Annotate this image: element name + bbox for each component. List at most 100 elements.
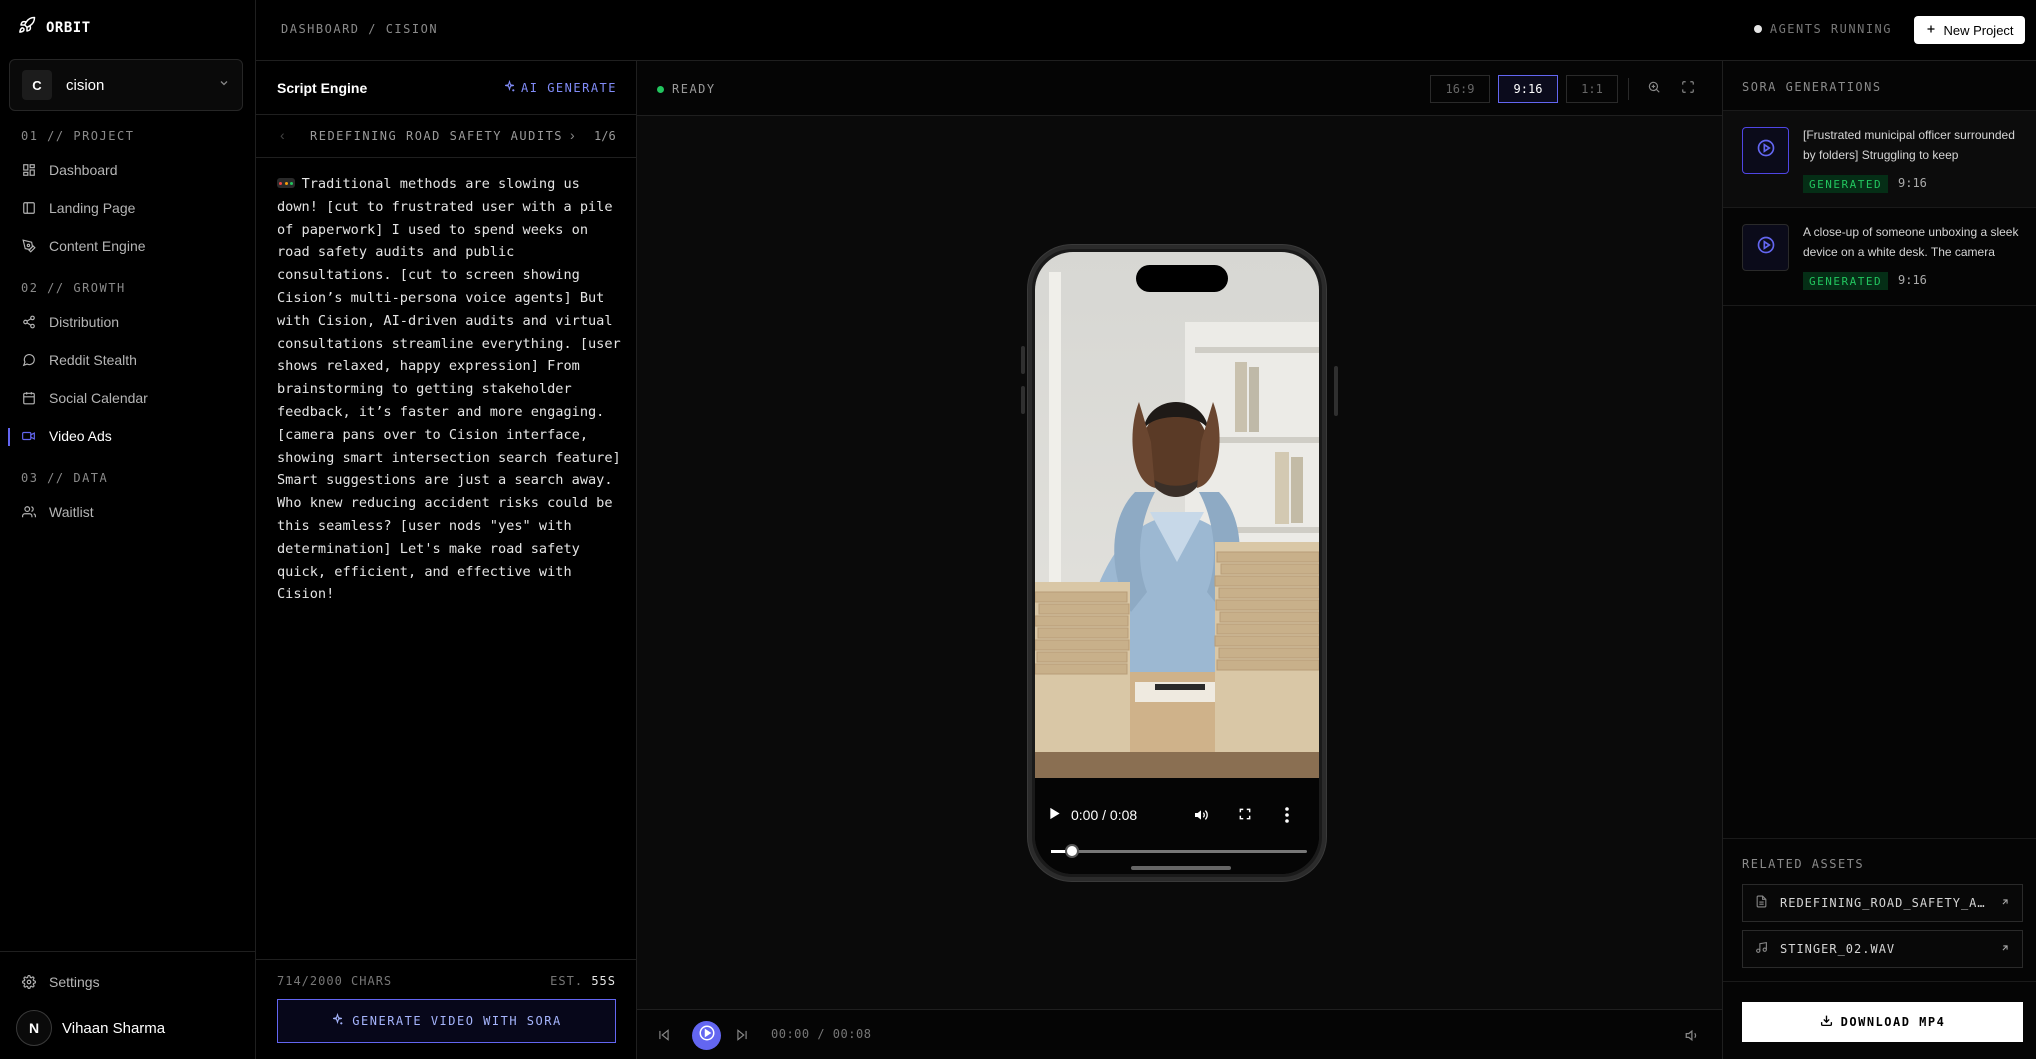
section-title: RELATED ASSETS [1742,857,1865,871]
status-badge: GENERATED [1803,272,1889,290]
sidebar-item-waitlist[interactable]: Waitlist [0,495,255,529]
new-project-button[interactable]: New Project [1914,16,2025,44]
video-preview-panel: READY 16:9 9:16 1:1 0:00 / 0:08 00:00 / … [637,61,1722,1059]
video-frame[interactable] [1035,252,1319,778]
sidebar-item-content-engine[interactable]: Content Engine [0,229,255,263]
zoom-in-icon[interactable] [1647,80,1661,99]
project-avatar: C [22,70,52,100]
skip-forward-icon[interactable] [735,1028,749,1047]
chevron-left-icon[interactable]: ‹ [280,127,285,143]
sidebar-item-video-ads[interactable]: Video Ads [0,419,255,453]
video-controls: 0:00 / 0:08 [1035,778,1319,874]
section-label-project: 01 // PROJECT [21,129,135,143]
layout-icon [21,201,36,216]
asset-item[interactable]: STINGER_02.WAV [1742,930,2023,968]
grid-icon [21,163,36,178]
external-link-icon [2000,942,2010,956]
ready-label: READY [672,82,716,96]
script-title: REDEFINING ROAD SAFETY AUDITS [310,129,564,143]
related-assets-section: RELATED ASSETS REDEFINING_ROAD_SAFETY_AU… [1723,838,2036,981]
script-footer: 714/2000 CHARS EST. 55S GENERATE VIDEO W… [256,959,637,1059]
sidebar-item-label: Content Engine [49,238,146,254]
sidebar-item-label: Distribution [49,314,120,330]
play-icon [698,1024,716,1047]
section-label-growth: 02 // GROWTH [21,281,126,295]
play-circle-icon [1756,235,1776,260]
volume-icon[interactable] [1685,1028,1700,1048]
estimated-duration: EST. 55S [550,974,616,988]
generation-card[interactable]: A close-up of someone unboxing a sleek d… [1723,208,2036,306]
sidebar-item-label: Dashboard [49,162,118,178]
playback-time: 00:00 / 00:08 [771,1027,872,1041]
script-header: Script Engine AI GENERATE [256,61,637,115]
script-engine-panel: Script Engine AI GENERATE ‹ REDEFINING R… [256,61,637,1059]
generation-ratio: 9:16 [1898,176,1927,190]
sidebar-item-label: Social Calendar [49,390,148,406]
brand[interactable]: ORBIT [18,16,91,39]
phone-volume-up [1021,346,1025,374]
asset-item[interactable]: REDEFINING_ROAD_SAFETY_AUDITS.MD [1742,884,2023,922]
project-name: cision [66,76,105,94]
new-project-label: New Project [1943,22,2014,38]
chevron-right-icon[interactable]: › [570,127,575,143]
sparkles-icon [331,1012,344,1029]
sidebar-item-dashboard[interactable]: Dashboard [0,153,255,187]
sidebar-item-label: Waitlist [49,504,94,520]
download-label: DOWNLOAD MP4 [1840,1015,1946,1029]
generation-card[interactable]: [Frustrated municipal officer surrounded… [1723,110,2036,208]
phone-mockup: 0:00 / 0:08 [1028,245,1326,881]
ratio-16-9-button[interactable]: 16:9 [1430,75,1490,103]
play-button[interactable] [692,1021,721,1050]
message-circle-icon [21,353,36,368]
dynamic-island [1136,265,1228,292]
ready-status: READY [657,82,716,96]
sidebar-item-reddit-stealth[interactable]: Reddit Stealth [0,343,255,377]
skip-back-icon[interactable] [657,1028,671,1047]
asset-name: REDEFINING_ROAD_SAFETY_AUDITS.MD [1780,896,1988,910]
play-icon[interactable] [1049,807,1061,823]
users-icon [21,505,36,520]
user-name: Vihaan Sharma [62,1019,166,1037]
sidebar-item-label: Settings [49,974,100,990]
panel-title: SORA GENERATIONS [1742,80,1882,94]
status-dot-icon [1753,25,1762,33]
fullscreen-icon[interactable] [1238,807,1252,824]
fullscreen-icon[interactable] [1681,80,1695,99]
volume-icon[interactable] [1193,807,1209,826]
video-scrubber[interactable] [1051,844,1307,858]
user-profile[interactable]: N Vihaan Sharma [16,1010,165,1046]
more-options-icon[interactable] [1285,807,1289,826]
chevron-down-icon [218,76,230,94]
sidebar-item-settings[interactable]: Settings [0,965,255,999]
project-selector[interactable]: C cision [9,59,243,111]
ratio-1-1-button[interactable]: 1:1 [1566,75,1618,103]
ready-dot-icon [657,85,664,93]
sidebar-item-social-calendar[interactable]: Social Calendar [0,381,255,415]
external-link-icon [2000,896,2010,910]
play-circle-icon [1756,138,1776,163]
sidebar-item-landing-page[interactable]: Landing Page [0,191,255,225]
status-badge: GENERATED [1803,175,1889,193]
sidebar-item-label: Reddit Stealth [49,352,137,368]
generation-ratio: 9:16 [1898,273,1927,287]
page-counter: 1/6 [594,129,616,143]
pen-icon [21,239,36,254]
phone-power-button [1334,366,1338,416]
generation-thumbnail [1742,127,1789,174]
sidebar-item-distribution[interactable]: Distribution [0,305,255,339]
generation-prompt: A close-up of someone unboxing a sleek d… [1803,225,2019,259]
generate-video-button[interactable]: GENERATE VIDEO WITH SORA [277,999,616,1043]
scrubber-handle[interactable] [1065,844,1080,858]
script-textarea[interactable]: Traditional methods are slowing us down!… [277,173,622,606]
brand-name: ORBIT [46,19,91,36]
ai-generate-button[interactable]: AI GENERATE [503,79,617,96]
phone-volume-down [1021,386,1025,414]
download-section: DOWNLOAD MP4 [1723,981,2036,1059]
video-time: 0:00 / 0:08 [1071,807,1138,823]
preview-header: READY 16:9 9:16 1:1 [637,61,1722,116]
download-mp4-button[interactable]: DOWNLOAD MP4 [1742,1002,2023,1042]
ratio-9-16-button[interactable]: 9:16 [1498,75,1558,103]
top-bar: DASHBOARD / CISION AGENTS RUNNING New Pr… [256,0,2036,61]
script-pager: ‹ REDEFINING ROAD SAFETY AUDITS › 1/6 [256,115,637,158]
generation-prompt: [Frustrated municipal officer surrounded… [1803,128,2015,162]
